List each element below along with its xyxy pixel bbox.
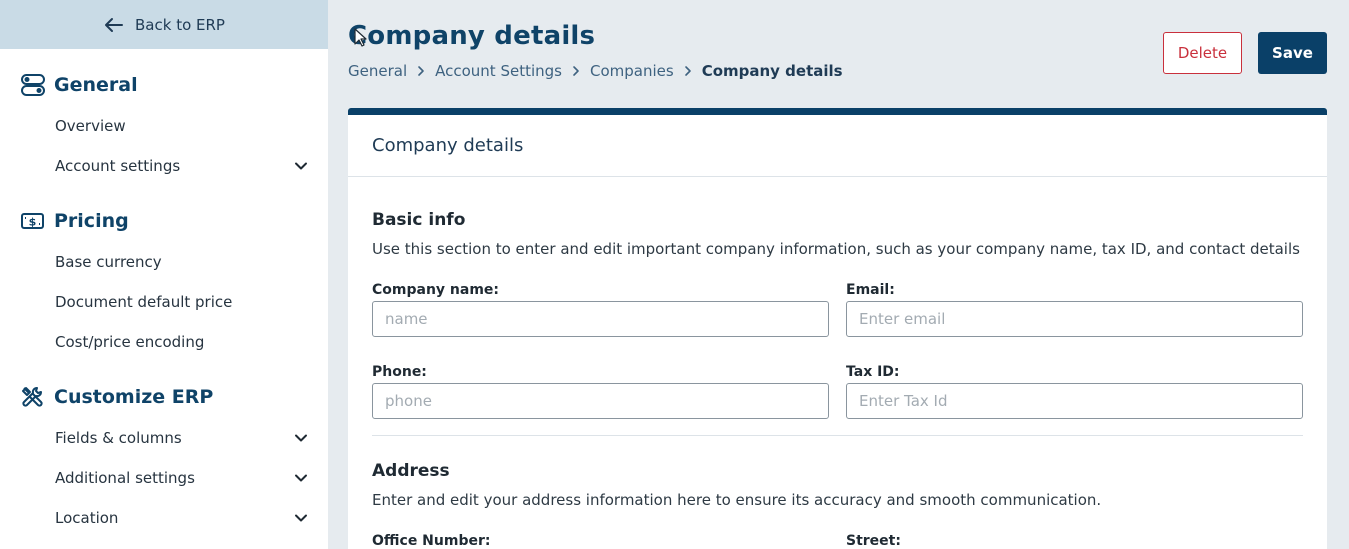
company-details-card: Company details Basic info Use this sect… <box>348 108 1327 549</box>
breadcrumb-item-companies[interactable]: Companies <box>590 62 674 80</box>
nav-section-title: Customize ERP <box>54 386 214 408</box>
currency-icon: $ <box>20 209 46 233</box>
sidebar-item-label: Fields & columns <box>55 429 182 447</box>
chevron-right-icon <box>573 66 579 76</box>
breadcrumb-item-general[interactable]: General <box>348 62 407 80</box>
sidebar-item-additional-settings[interactable]: Additional settings <box>0 458 328 498</box>
sidebar-item-location[interactable]: Location <box>0 498 328 538</box>
sidebar-item-cost-price-encoding[interactable]: Cost/price encoding <box>0 322 328 362</box>
nav-section-title: General <box>54 74 138 96</box>
nav-section-general: General <box>0 70 328 100</box>
sidebar-item-base-currency[interactable]: Base currency <box>0 242 328 282</box>
basic-info-description: Use this section to enter and edit impor… <box>372 240 1300 258</box>
email-input[interactable] <box>846 301 1303 337</box>
sidebar: Back to ERP General Overview Account set… <box>0 0 328 549</box>
chevron-right-icon <box>418 66 424 76</box>
section-divider <box>372 435 1303 436</box>
svg-text:$: $ <box>29 216 37 229</box>
sidebar-item-label: Document default price <box>55 293 233 311</box>
address-description: Enter and edit your address information … <box>372 491 1102 509</box>
breadcrumb: General Account Settings Companies Compa… <box>348 62 843 80</box>
nav-section-customize-erp: Customize ERP <box>0 382 328 412</box>
arrow-left-icon <box>105 17 124 32</box>
tax-id-label: Tax ID: <box>846 364 900 380</box>
toggle-settings-icon <box>20 73 46 97</box>
sidebar-item-label: Account settings <box>55 157 181 175</box>
breadcrumb-item-account-settings[interactable]: Account Settings <box>435 62 562 80</box>
basic-info-title: Basic info <box>372 210 466 230</box>
sidebar-item-overview[interactable]: Overview <box>0 106 328 146</box>
nav-section-pricing: $ Pricing <box>0 206 328 236</box>
breadcrumb-item-current: Company details <box>701 62 843 80</box>
office-number-label: Office Number: <box>372 533 491 549</box>
chevron-down-icon <box>295 434 307 442</box>
company-name-label: Company name: <box>372 282 500 298</box>
sidebar-item-label: Overview <box>55 117 126 135</box>
email-label: Email: <box>846 282 895 298</box>
main-content: Company details General Account Settings… <box>328 0 1349 549</box>
street-label: Street: <box>846 533 901 549</box>
address-title: Address <box>372 461 450 481</box>
sidebar-item-fields-columns[interactable]: Fields & columns <box>0 418 328 458</box>
delete-button[interactable]: Delete <box>1163 32 1242 74</box>
phone-label: Phone: <box>372 364 427 380</box>
nav-section-title: Pricing <box>54 210 129 232</box>
sidebar-item-label: Location <box>55 509 119 527</box>
sidebar-item-label: Additional settings <box>55 469 195 487</box>
back-to-erp-button[interactable]: Back to ERP <box>0 0 328 49</box>
tools-icon <box>20 385 46 409</box>
chevron-right-icon <box>684 66 691 76</box>
sidebar-item-label: Base currency <box>55 253 162 271</box>
page-title: Company details <box>348 21 596 51</box>
chevron-down-icon <box>295 162 307 170</box>
phone-input[interactable] <box>372 383 829 419</box>
back-to-erp-label: Back to ERP <box>135 15 225 34</box>
sidebar-item-document-default-price[interactable]: Document default price <box>0 282 328 322</box>
chevron-down-icon <box>295 474 307 482</box>
sidebar-item-account-settings[interactable]: Account settings <box>0 146 328 186</box>
tax-id-input[interactable] <box>846 383 1303 419</box>
save-button[interactable]: Save <box>1258 32 1327 74</box>
sidebar-item-label: Cost/price encoding <box>55 333 205 351</box>
chevron-down-icon <box>295 514 307 522</box>
company-name-input[interactable] <box>372 301 829 337</box>
card-title: Company details <box>348 115 1327 177</box>
